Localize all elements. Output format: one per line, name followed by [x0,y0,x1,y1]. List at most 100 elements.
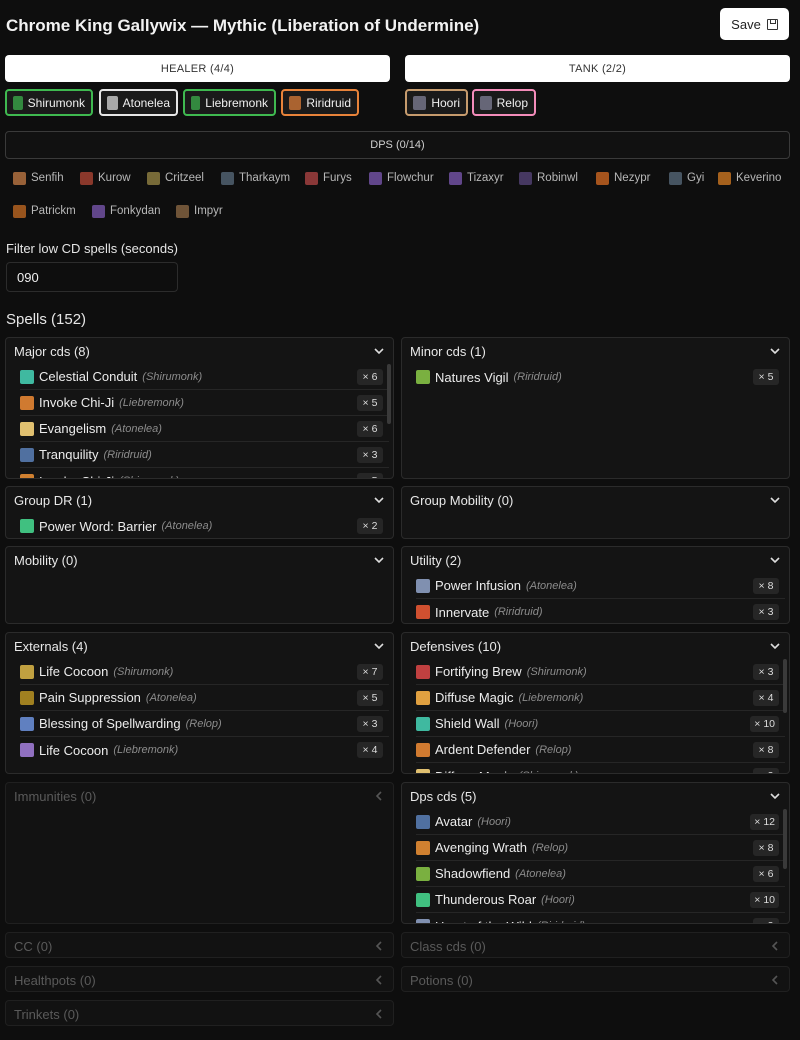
spell-owner: (Riridruid) [537,920,585,923]
panel-header[interactable]: Healthpots (0) [6,967,393,991]
count-badge: × 3 [753,768,779,773]
chevron-left-icon[interactable] [373,974,385,986]
count-badge: × 10 [750,716,779,732]
spell-row[interactable]: Diffuse Magic (Liebremonk) × 4 [416,685,785,711]
spell-row[interactable]: Pain Suppression (Atonelea) × 5 [20,685,389,711]
dps-player[interactable]: Tharkaym [221,169,290,187]
panel-header[interactable]: CC (0) [6,933,393,957]
dps-player[interactable]: Senfih [13,169,64,187]
panel-header[interactable]: Major cds (8) [6,338,393,364]
dps-player[interactable]: Tizaxyr [449,169,504,187]
healer-role-button[interactable]: HEALER (4/4) [5,55,390,82]
dps-player[interactable]: Kurow [80,169,131,187]
spell-row[interactable]: Ardent Defender (Relop) × 8 [416,737,785,763]
chevron-down-icon[interactable] [769,790,781,802]
dps-player[interactable]: Nezypr [596,169,650,187]
panel-header[interactable]: Minor cds (1) [402,338,789,364]
spell-name: Power Word: Barrier [39,518,157,534]
chevron-left-icon[interactable] [769,974,781,986]
dps-player[interactable]: Critzeel [147,169,204,187]
spell-name: Thunderous Roar [435,892,537,907]
spell-row[interactable]: Heart of the Wild (Riridruid) × 3 [416,913,785,923]
chevron-down-icon[interactable] [373,345,385,357]
spell-row[interactable]: Natures Vigil (Riridruid) × 5 [416,364,785,390]
spell-row[interactable]: Thunderous Roar (Hoori) × 10 [416,887,785,913]
spell-icon [20,395,34,410]
chevron-left-icon[interactable] [769,940,781,952]
healer-chip[interactable]: Shirumonk [5,89,93,116]
tank-chip[interactable]: Hoori [405,89,468,116]
panel-header[interactable]: Group Mobility (0) [402,487,789,513]
class-icon [13,204,26,218]
chevron-left-icon[interactable] [373,940,385,952]
player-name: Fonkydan [110,205,161,217]
spell-row[interactable]: Life Cocoon (Liebremonk) × 4 [20,737,389,763]
healer-chip[interactable]: Riridruid [281,89,359,116]
spell-row[interactable]: Shadowfiend (Atonelea) × 6 [416,861,785,887]
spell-row[interactable]: Evangelism (Atonelea) × 6 [20,416,389,442]
class-icon [221,171,234,185]
chevron-down-icon[interactable] [769,640,781,652]
scrollbar[interactable] [783,659,787,713]
healer-chip[interactable]: Atonelea [99,89,178,116]
panel-header[interactable]: Trinkets (0) [6,1001,393,1025]
spell-row[interactable]: Shield Wall (Hoori) × 10 [416,711,785,737]
tank-chip[interactable]: Relop [472,89,536,116]
spell-row[interactable]: Avatar (Hoori) × 12 [416,809,785,835]
panel-mobility: Mobility (0) [5,546,394,624]
filter-seconds-input[interactable] [6,262,178,292]
dps-player[interactable]: Furys [305,169,352,187]
spell-name: Life Cocoon [39,742,109,758]
healer-chip[interactable]: Liebremonk [183,89,276,116]
spell-owner: (Liebremonk) [113,744,179,756]
spell-row[interactable]: Tranquility (Riridruid) × 3 [20,442,389,468]
panel-header[interactable]: Immunities (0) [6,783,393,809]
panel-header[interactable]: Dps cds (5) [402,783,789,809]
dps-player[interactable]: Keverino [718,169,781,187]
count-badge: × 3 [357,716,383,732]
spell-icon [20,664,34,679]
panel-title: Potions (0) [410,972,473,988]
spell-row[interactable]: Power Word: Barrier (Atonelea) × 2 [20,513,389,538]
save-button[interactable]: Save [720,8,789,40]
dps-player[interactable]: Gyi [669,169,704,187]
chevron-down-icon[interactable] [769,494,781,506]
dps-player[interactable]: Fonkydan [92,202,161,220]
spell-row[interactable]: Avenging Wrath (Relop) × 8 [416,835,785,861]
spell-row[interactable]: Innervate (Riridruid) × 3 [416,599,785,623]
chevron-down-icon[interactable] [769,554,781,566]
panel-header[interactable]: Utility (2) [402,547,789,573]
panel-header[interactable]: Mobility (0) [6,547,393,573]
dps-player[interactable]: Flowchur [369,169,434,187]
panel-header[interactable]: Externals (4) [6,633,393,659]
chevron-left-icon[interactable] [373,1008,385,1020]
chevron-down-icon[interactable] [373,494,385,506]
spell-row[interactable]: Fortifying Brew (Shirumonk) × 3 [416,659,785,685]
spell-row[interactable]: Power Infusion (Atonelea) × 8 [416,573,785,599]
dps-player[interactable]: Robinwl [519,169,578,187]
spell-row[interactable]: Blessing of Spellwarding (Relop) × 3 [20,711,389,737]
chevron-down-icon[interactable] [373,554,385,566]
chevron-down-icon[interactable] [373,640,385,652]
panel-title: CC (0) [14,938,53,954]
chevron-left-icon[interactable] [373,790,385,802]
panel-header[interactable]: Class cds (0) [402,933,789,957]
panel-header[interactable]: Potions (0) [402,967,789,991]
spell-row[interactable]: Invoke Chi-Ji (Liebremonk) × 5 [20,390,389,416]
dps-player[interactable]: Patrickm [13,202,76,220]
panel-header[interactable]: Group DR (1) [6,487,393,513]
tank-role-button[interactable]: TANK (2/2) [405,55,790,82]
scrollbar[interactable] [387,364,391,424]
spell-row[interactable]: Life Cocoon (Shirumonk) × 7 [20,659,389,685]
spell-name: Natures Vigil [435,369,509,385]
spell-row[interactable]: Invoke Chi-Ji (Shirumonk) × 5 [20,468,389,478]
spell-row[interactable]: Celestial Conduit (Shirumonk) × 6 [20,364,389,390]
panel-header[interactable]: Defensives (10) [402,633,789,659]
spell-icon [416,769,430,773]
spell-icon [20,474,34,478]
dps-player[interactable]: Impyr [176,202,223,220]
scrollbar[interactable] [783,809,787,869]
dps-role-button[interactable]: DPS (0/14) [5,131,790,159]
spell-row[interactable]: Diffuse Magic (Shirumonk) × 3 [416,763,785,773]
chevron-down-icon[interactable] [769,345,781,357]
